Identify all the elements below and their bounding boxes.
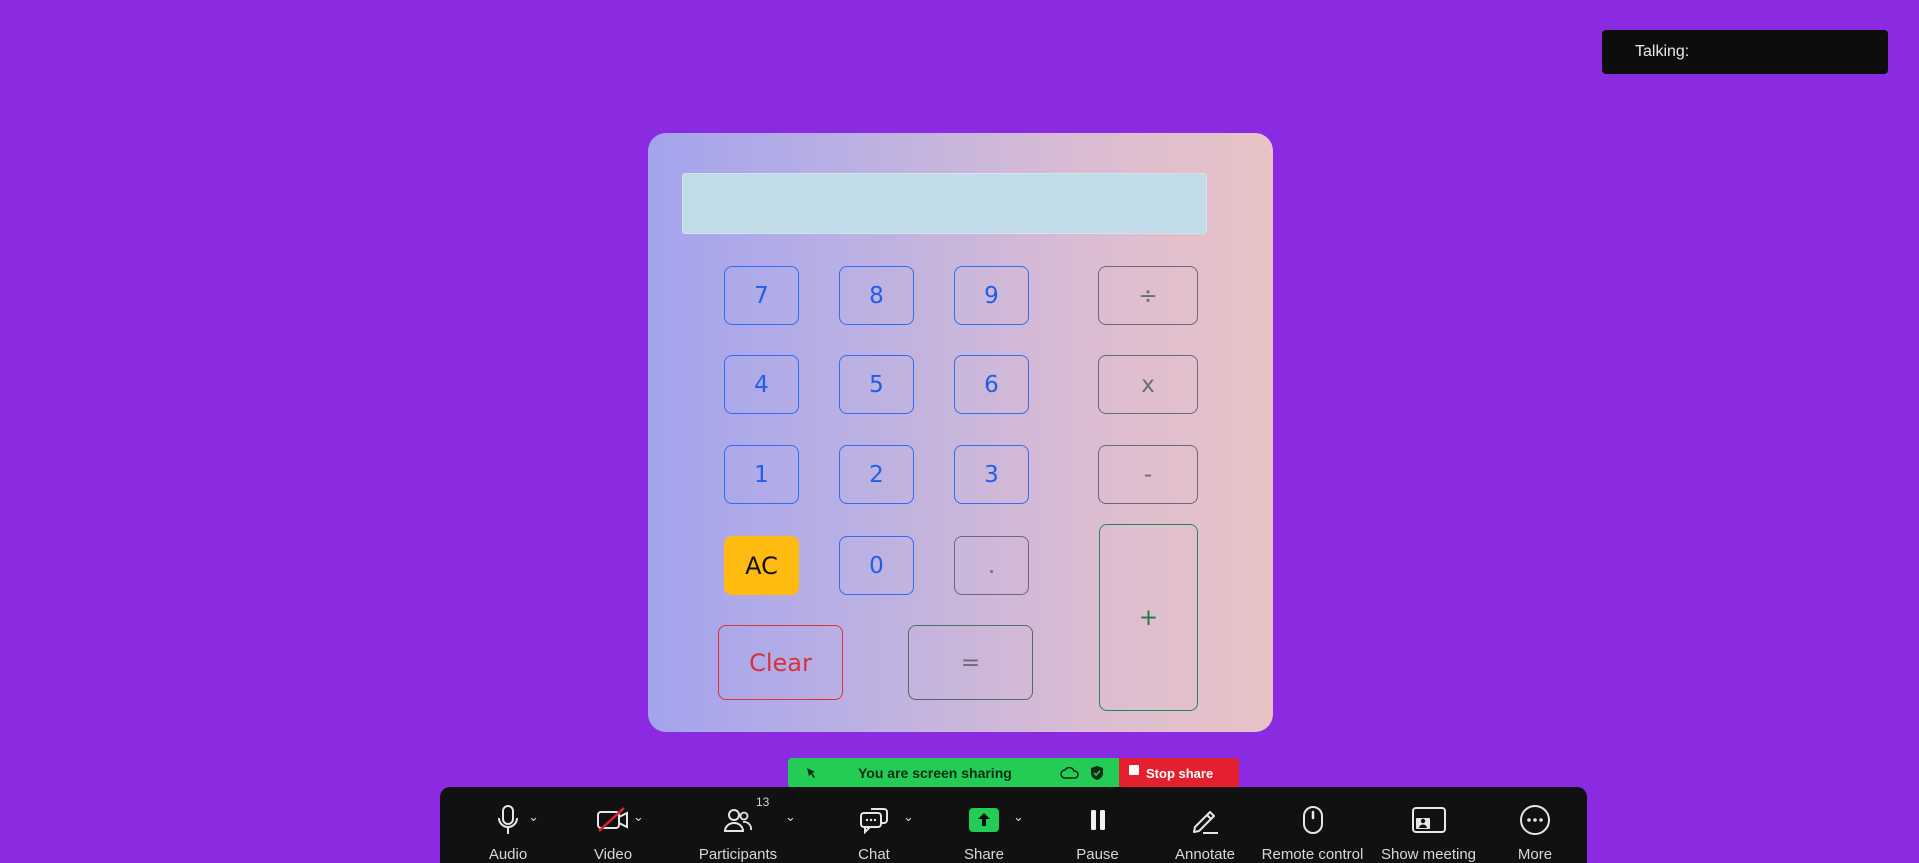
key-1[interactable]: 1 xyxy=(724,445,799,504)
chat-button[interactable]: Chat xyxy=(839,787,909,863)
pin-icon[interactable] xyxy=(804,766,818,780)
participants-options-chevron-icon[interactable]: ⌄ xyxy=(785,809,796,825)
participants-button[interactable]: Participants xyxy=(688,787,788,863)
video-label: Video xyxy=(593,846,633,863)
key-5[interactable]: 5 xyxy=(839,355,914,414)
more-icon xyxy=(1520,804,1550,835)
calculator: 7 8 9 ÷ 4 5 6 x 1 2 3 - AC 0 . + Clear = xyxy=(648,133,1273,732)
chat-label: Chat xyxy=(858,846,890,863)
key-add[interactable]: + xyxy=(1099,524,1198,711)
chat-options-chevron-icon[interactable]: ⌄ xyxy=(903,809,914,825)
show-meeting-label: Show meeting xyxy=(1380,846,1477,863)
share-options-chevron-icon[interactable]: ⌄ xyxy=(1013,809,1024,825)
chat-icon xyxy=(860,807,888,834)
pause-icon xyxy=(1090,809,1105,830)
stop-share-label: Stop share xyxy=(1146,765,1214,781)
stop-share-button[interactable]: Stop share xyxy=(1119,758,1239,788)
pause-button[interactable]: Pause xyxy=(1060,787,1135,863)
key-7[interactable]: 7 xyxy=(724,266,799,325)
key-0[interactable]: 0 xyxy=(839,536,914,595)
key-4[interactable]: 4 xyxy=(724,355,799,414)
participants-icon xyxy=(723,808,752,832)
video-options-chevron-icon[interactable]: ⌄ xyxy=(633,809,644,825)
share-label: Share xyxy=(963,846,1005,863)
key-divide[interactable]: ÷ xyxy=(1098,266,1198,325)
annotate-button[interactable]: Annotate xyxy=(1155,787,1255,863)
calculator-display xyxy=(682,173,1207,234)
key-decimal[interactable]: . xyxy=(954,536,1029,595)
meeting-toolbar: Audio ⌄ Video ⌄ Participants 13 ⌄ Chat ⌄ xyxy=(440,787,1587,863)
remote-control-label: Remote control xyxy=(1261,846,1364,863)
share-screen-icon xyxy=(969,807,999,832)
video-off-icon xyxy=(597,806,628,832)
share-button[interactable]: Share xyxy=(949,787,1019,863)
key-all-clear[interactable]: AC xyxy=(724,536,799,595)
show-meeting-icon xyxy=(1411,806,1446,833)
annotate-label: Annotate xyxy=(1174,846,1236,863)
key-8[interactable]: 8 xyxy=(839,266,914,325)
pause-label: Pause xyxy=(1076,846,1119,863)
audio-options-chevron-icon[interactable]: ⌄ xyxy=(528,809,539,825)
screen-sharing-text: You are screen sharing xyxy=(858,765,1012,781)
talking-label: Talking: xyxy=(1635,43,1690,60)
key-multiply[interactable]: x xyxy=(1098,355,1198,414)
key-subtract[interactable]: - xyxy=(1098,445,1198,504)
audio-label: Audio xyxy=(488,846,528,863)
video-button[interactable]: Video xyxy=(583,787,643,863)
key-6[interactable]: 6 xyxy=(954,355,1029,414)
remote-control-button[interactable]: Remote control xyxy=(1250,787,1375,863)
more-label: More xyxy=(1517,846,1553,863)
clear-button[interactable]: Clear xyxy=(718,625,843,700)
key-9[interactable]: 9 xyxy=(954,266,1029,325)
stop-square-icon xyxy=(1129,765,1139,775)
participants-label: Participants xyxy=(698,846,778,863)
screen-sharing-banner: You are screen sharing xyxy=(788,758,1119,788)
microphone-icon xyxy=(498,804,518,834)
pencil-icon xyxy=(1193,810,1218,834)
key-2[interactable]: 2 xyxy=(839,445,914,504)
show-meeting-button[interactable]: Show meeting xyxy=(1366,787,1491,863)
more-button[interactable]: More xyxy=(1500,787,1570,863)
cloud-icon xyxy=(1060,766,1079,779)
talking-indicator: Talking: xyxy=(1602,30,1888,74)
participants-count-badge: 13 xyxy=(756,795,770,809)
mouse-icon xyxy=(1302,805,1323,834)
key-3[interactable]: 3 xyxy=(954,445,1029,504)
audio-button[interactable]: Audio xyxy=(478,787,538,863)
equals-button[interactable]: = xyxy=(908,625,1033,700)
shield-check-icon xyxy=(1091,766,1103,780)
